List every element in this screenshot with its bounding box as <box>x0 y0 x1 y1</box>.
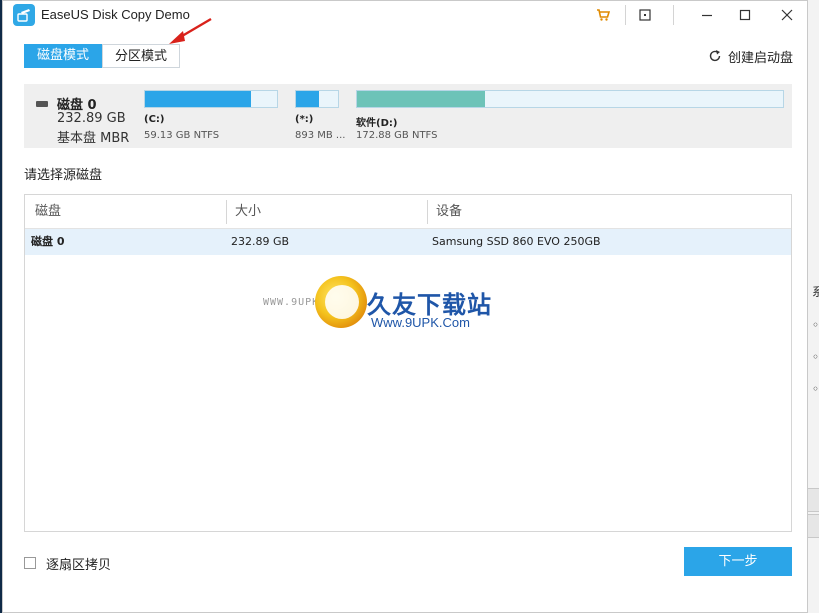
background-window-strip: 系 ◦ ◦ ◦ <box>808 0 819 613</box>
disk-type: 基本盘 MBR <box>57 131 130 146</box>
partition-info: 172.88 GB NTFS <box>356 130 438 141</box>
partition-fill <box>145 91 251 107</box>
close-icon <box>781 9 793 21</box>
column-header-disk[interactable]: 磁盘 <box>35 195 61 228</box>
red-arrow-annotation <box>169 17 212 44</box>
cell-size: 232.89 GB <box>231 235 290 248</box>
column-divider[interactable] <box>226 200 227 224</box>
titlebar-separator <box>673 5 674 25</box>
background-text-fragment: ◦ <box>812 318 819 332</box>
column-header-device[interactable]: 设备 <box>436 195 462 228</box>
refresh-icon <box>709 50 721 62</box>
partition-fill <box>357 91 485 107</box>
background-text-fragment: ◦ <box>812 350 819 364</box>
create-boot-disk-button[interactable]: 创建启动盘 <box>708 46 793 66</box>
watermark-url: Www.9UPK.Com <box>371 315 470 330</box>
store-button[interactable] <box>580 1 626 29</box>
cart-icon <box>597 9 610 21</box>
background-text-fragment: 系 <box>812 285 819 299</box>
background-box <box>808 514 819 538</box>
tab-partition-mode[interactable]: 分区模式 <box>102 44 180 68</box>
sector-copy-checkbox[interactable] <box>24 557 36 569</box>
maximize-button[interactable] <box>722 1 768 29</box>
partition-fill <box>296 91 320 107</box>
partition-info: 59.13 GB NTFS <box>144 130 220 141</box>
watermark-logo-highlight <box>325 285 359 319</box>
partition-label: (*:) <box>295 114 314 125</box>
column-divider[interactable] <box>427 200 428 224</box>
create-boot-disk-label: 创建启动盘 <box>728 50 794 66</box>
partition-label: (C:) <box>144 114 165 125</box>
cell-device: Samsung SSD 860 EVO 250GB <box>432 235 601 248</box>
watermark: WWW.9UPK.COM 久友下载站 Www.9UPK.Com <box>263 271 513 351</box>
app-logo-icon <box>13 4 35 26</box>
column-header-size[interactable]: 大小 <box>235 195 261 228</box>
partition-bar-d[interactable] <box>356 90 784 108</box>
title-bar: EaseUS Disk Copy Demo <box>3 1 807 29</box>
sector-copy-option[interactable]: 逐扇区拷贝 <box>24 554 112 573</box>
sector-copy-label: 逐扇区拷贝 <box>46 557 112 573</box>
maximize-icon <box>739 9 751 21</box>
partition-bar-c[interactable] <box>144 90 278 108</box>
table-header: 磁盘 大小 设备 <box>25 195 791 229</box>
minimize-icon <box>702 14 712 17</box>
partition-info: 893 MB ... <box>295 130 346 141</box>
info-box-icon <box>639 9 651 21</box>
select-source-title: 请选择源磁盘 <box>24 168 103 183</box>
disk-overview-panel[interactable]: 磁盘 0 232.89 GB 基本盘 MBR (C:) 59.13 GB NTF… <box>24 84 792 148</box>
tab-disk-mode[interactable]: 磁盘模式 <box>24 44 102 68</box>
feedback-button[interactable] <box>622 1 668 29</box>
partition-bar-star[interactable] <box>295 90 339 108</box>
background-text-fragment: ◦ <box>812 382 819 396</box>
app-window: EaseUS Disk Copy Demo 磁盘模式 分区模式 创建启动盘 磁盘… <box>2 0 808 613</box>
background-box <box>808 488 819 512</box>
hard-drive-icon <box>36 101 48 107</box>
close-button[interactable] <box>764 1 810 29</box>
disk-table: 磁盘 大小 设备 磁盘 0 232.89 GB Samsung SSD 860 … <box>24 194 792 532</box>
disk-size: 232.89 GB <box>57 111 126 126</box>
table-row[interactable]: 磁盘 0 232.89 GB Samsung SSD 860 EVO 250GB <box>25 229 791 255</box>
next-button[interactable]: 下一步 <box>684 547 792 576</box>
partition-label: 软件(D:) <box>356 118 398 129</box>
cell-disk: 磁盘 0 <box>31 235 65 248</box>
